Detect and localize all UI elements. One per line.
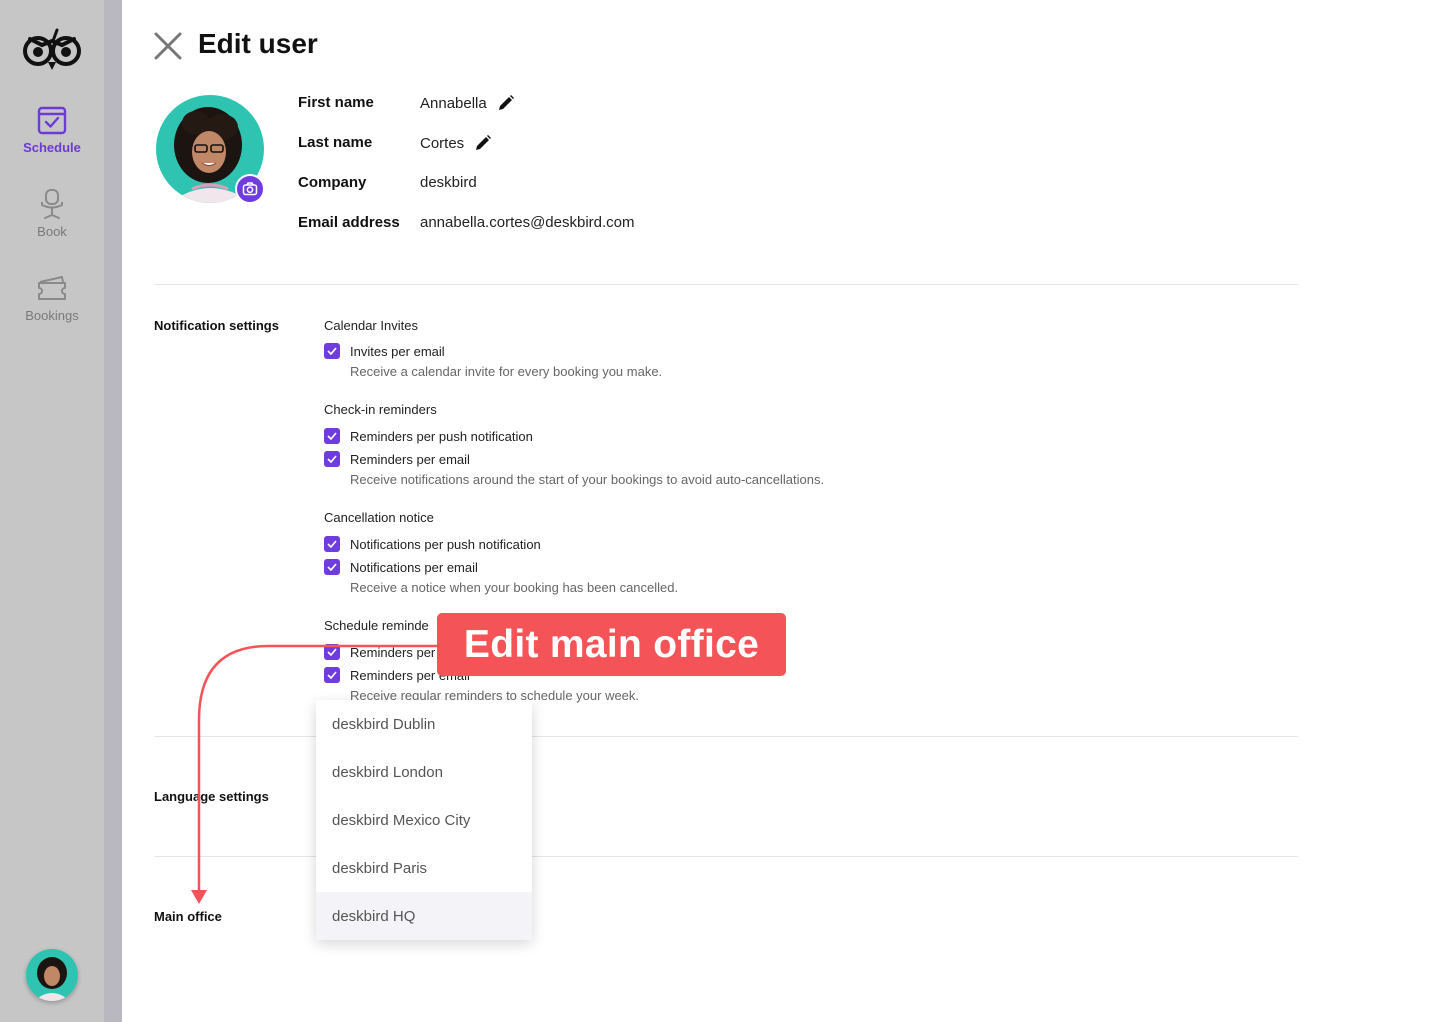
check-icon: [327, 671, 337, 679]
main-office-dropdown[interactable]: deskbird Dublin deskbird London deskbird…: [316, 700, 532, 940]
notification-settings-label: Notification settings: [154, 318, 279, 333]
change-photo-button[interactable]: [235, 174, 265, 204]
check-icon: [327, 432, 337, 440]
invites-email-checkbox-row[interactable]: Invites per email: [324, 343, 445, 359]
checkbox[interactable]: [324, 644, 340, 660]
first-name-value: Annabella: [420, 94, 487, 112]
calendar-invites-help: Receive a calendar invite for every book…: [350, 364, 663, 379]
divider: [154, 284, 1298, 285]
last-name-field: Cortes: [420, 134, 492, 152]
first-name-field: Annabella: [420, 94, 515, 112]
checkbox[interactable]: [324, 451, 340, 467]
sidebar-item-book[interactable]: Book: [0, 188, 104, 239]
sidebar-item-label: Book: [37, 224, 67, 239]
office-option-mexico-city[interactable]: deskbird Mexico City: [316, 796, 532, 844]
last-name-value: Cortes: [420, 134, 465, 152]
checkbox-label: Invites per email: [350, 343, 445, 359]
checkbox-label: Reminders per: [350, 644, 436, 660]
checkbox-label: Reminders per push notification: [350, 428, 533, 444]
office-chair-icon: [41, 189, 63, 219]
sidebar-item-label: Bookings: [25, 308, 79, 323]
email-value: annabella.cortes@deskbird.com: [420, 214, 635, 231]
sidebar: Schedule Book Bookings: [0, 0, 104, 1022]
sidebar-item-bookings[interactable]: Bookings: [0, 272, 104, 323]
checkbox[interactable]: [324, 559, 340, 575]
checkbox-label: Notifications per push notification: [350, 536, 541, 552]
checkin-push-checkbox-row[interactable]: Reminders per push notification: [324, 428, 533, 444]
office-option-london[interactable]: deskbird London: [316, 748, 532, 796]
sidebar-edge: [104, 0, 122, 1022]
check-icon: [327, 455, 337, 463]
language-settings-label: Language settings: [154, 789, 269, 804]
close-icon[interactable]: [152, 30, 184, 62]
checkbox[interactable]: [324, 667, 340, 683]
callout-label: Edit main office: [437, 613, 786, 676]
deskbird-logo[interactable]: [22, 26, 82, 72]
office-option-dublin[interactable]: deskbird Dublin: [316, 700, 532, 748]
tickets-icon: [38, 276, 66, 300]
pencil-icon[interactable]: [497, 94, 515, 112]
calendar-check-icon: [37, 106, 67, 135]
cancel-push-checkbox-row[interactable]: Notifications per push notification: [324, 536, 541, 552]
check-icon: [327, 648, 337, 656]
checkbox[interactable]: [324, 343, 340, 359]
check-icon: [327, 347, 337, 355]
sidebar-item-schedule[interactable]: Schedule: [0, 104, 104, 155]
checkbox-label: Notifications per email: [350, 559, 478, 575]
check-in-reminders-title: Check-in reminders: [324, 402, 437, 417]
cancel-email-checkbox-row[interactable]: Notifications per email: [324, 559, 478, 575]
office-option-hq[interactable]: deskbird HQ: [316, 892, 532, 940]
calendar-invites-title: Calendar Invites: [324, 318, 418, 333]
checkbox-label: Reminders per email: [350, 451, 470, 467]
pencil-icon[interactable]: [474, 134, 492, 152]
checkbox[interactable]: [324, 428, 340, 444]
first-name-label: First name: [298, 94, 374, 111]
page-title: Edit user: [198, 28, 318, 59]
main-office-label: Main office: [154, 909, 222, 924]
sidebar-item-label: Schedule: [23, 140, 81, 155]
camera-icon: [242, 182, 258, 196]
check-icon: [327, 563, 337, 571]
cancellation-notice-title: Cancellation notice: [324, 510, 434, 525]
office-option-paris[interactable]: deskbird Paris: [316, 844, 532, 892]
user-avatar[interactable]: [26, 949, 78, 1001]
company-value: deskbird: [420, 174, 477, 191]
email-label: Email address: [298, 214, 400, 231]
company-label: Company: [298, 174, 367, 191]
checkbox[interactable]: [324, 536, 340, 552]
check-icon: [327, 540, 337, 548]
checkin-email-checkbox-row[interactable]: Reminders per email: [324, 451, 470, 467]
cancellation-notice-help: Receive a notice when your booking has b…: [350, 580, 679, 595]
last-name-label: Last name: [298, 134, 373, 151]
schedule-push-checkbox-row[interactable]: Reminders per: [324, 644, 435, 660]
schedule-reminders-title: Schedule reminde: [324, 618, 429, 633]
profile-photo: [156, 95, 265, 204]
check-in-reminders-help: Receive notifications around the start o…: [350, 472, 825, 487]
